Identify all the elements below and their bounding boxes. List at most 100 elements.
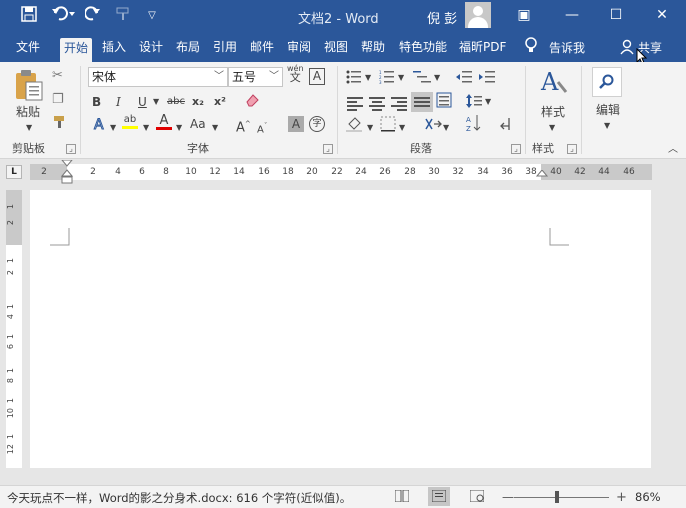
maximize-button[interactable]: ☐ xyxy=(604,4,628,26)
line-spacing-dropdown-icon[interactable]: ▼ xyxy=(485,94,491,110)
zoom-slider[interactable] xyxy=(514,497,609,498)
zoom-in-button[interactable]: + xyxy=(616,490,627,505)
line-spacing-icon[interactable] xyxy=(466,94,482,112)
tab-insert[interactable]: 插入 xyxy=(102,39,126,62)
numbering-dropdown-icon[interactable]: ▼ xyxy=(398,70,404,86)
clear-formatting-icon[interactable] xyxy=(244,92,260,112)
justify-icon[interactable] xyxy=(411,92,433,112)
shrink-font-button[interactable]: Aˇ xyxy=(257,118,267,138)
close-button[interactable]: ✕ xyxy=(650,4,674,26)
tab-special-features[interactable]: 特色功能 xyxy=(399,39,447,62)
tab-layout[interactable]: 布局 xyxy=(176,39,200,62)
clipboard-launcher-icon[interactable]: ⌟ xyxy=(66,144,76,154)
enclose-characters-button[interactable]: 字 xyxy=(309,116,325,132)
styles-button[interactable]: 样式 xyxy=(541,104,565,120)
web-layout-icon[interactable] xyxy=(469,489,485,505)
vertical-scrollbar[interactable] xyxy=(662,185,686,485)
tell-me-search[interactable]: 告诉我 xyxy=(549,39,585,56)
highlight-button[interactable]: ab xyxy=(122,114,138,129)
tab-view[interactable]: 视图 xyxy=(324,39,348,62)
right-indent-marker[interactable] xyxy=(536,170,548,182)
underline-dropdown-icon[interactable]: ▼ xyxy=(153,94,159,110)
numbering-icon[interactable]: 123 xyxy=(379,70,395,88)
align-left-icon[interactable] xyxy=(347,95,363,111)
document-page[interactable] xyxy=(30,190,651,468)
tab-file[interactable]: 文件 xyxy=(16,39,40,62)
increase-indent-icon[interactable] xyxy=(479,70,495,88)
text-effects-icon[interactable]: A xyxy=(92,116,108,136)
font-name-select[interactable]: 宋体 ﹀ xyxy=(88,67,228,87)
styles-icon[interactable]: A xyxy=(538,66,568,98)
font-color-button[interactable]: A xyxy=(156,114,172,130)
zoom-slider-thumb[interactable] xyxy=(555,491,559,503)
zoom-out-button[interactable]: — xyxy=(502,490,514,504)
styles-dropdown-icon[interactable]: ▼ xyxy=(549,120,555,136)
minimize-button[interactable]: — xyxy=(560,4,584,26)
shading-dropdown-icon[interactable]: ▼ xyxy=(367,120,373,136)
copy-icon[interactable]: ❐ xyxy=(52,92,64,108)
text-effects-dropdown-icon[interactable]: ▼ xyxy=(110,120,116,136)
sort-icon[interactable]: AZ xyxy=(466,114,482,136)
borders-icon[interactable] xyxy=(380,116,396,136)
styles-launcher-icon[interactable]: ⌟ xyxy=(567,144,577,154)
redo-icon[interactable] xyxy=(84,6,102,27)
collapse-ribbon-icon[interactable]: ︿ xyxy=(668,142,678,158)
tab-foxit-pdf[interactable]: 福昕PDF xyxy=(459,39,506,62)
tab-references[interactable]: 引用 xyxy=(213,39,237,62)
multilevel-list-icon[interactable] xyxy=(413,70,431,88)
horizontal-ruler[interactable]: 2 2 4 6 8 10 12 14 16 18 20 22 24 26 28 … xyxy=(30,160,652,184)
superscript-button[interactable]: x² xyxy=(214,94,226,110)
paragraph-launcher-icon[interactable]: ⌟ xyxy=(511,144,521,154)
customize-qat-icon[interactable]: ▽ xyxy=(143,6,161,26)
cut-icon[interactable]: ✂ xyxy=(52,68,63,84)
tab-help[interactable]: 帮助 xyxy=(361,39,385,62)
editing-search-icon[interactable] xyxy=(592,67,622,97)
zoom-level[interactable]: 86% xyxy=(635,490,661,504)
distributed-icon[interactable] xyxy=(436,92,452,112)
change-case-button[interactable]: Aa xyxy=(190,116,206,132)
multilevel-dropdown-icon[interactable]: ▼ xyxy=(434,70,440,86)
read-mode-icon[interactable] xyxy=(394,489,410,505)
italic-button[interactable]: I xyxy=(116,94,121,110)
undo-icon[interactable] xyxy=(50,6,76,27)
show-marks-icon[interactable] xyxy=(498,116,512,136)
bold-button[interactable]: B xyxy=(92,94,101,110)
character-border-icon[interactable]: A xyxy=(309,68,325,85)
format-painter-icon[interactable] xyxy=(52,114,68,134)
font-color-dropdown-icon[interactable]: ▼ xyxy=(176,120,182,136)
phonetic-guide-icon[interactable]: wén 文 xyxy=(287,64,304,83)
tab-mailings[interactable]: 邮件 xyxy=(250,39,274,62)
decrease-indent-icon[interactable] xyxy=(456,70,472,88)
paste-button[interactable]: 粘贴 xyxy=(16,104,40,120)
shading-icon[interactable] xyxy=(346,116,364,136)
align-center-icon[interactable] xyxy=(369,95,385,111)
paste-dropdown-icon[interactable]: ▼ xyxy=(26,120,32,136)
paste-icon[interactable] xyxy=(12,68,46,104)
vertical-ruler[interactable]: 1 2 1 2 1 4 1 6 1 8 1 10 1 12 xyxy=(6,190,22,468)
change-case-dropdown-icon[interactable]: ▼ xyxy=(212,120,218,136)
grow-font-button[interactable]: A^ xyxy=(236,116,251,136)
character-shading-button[interactable]: A xyxy=(288,116,304,132)
chinese-layout-icon[interactable] xyxy=(424,116,442,136)
subscript-button[interactable]: x₂ xyxy=(192,94,204,110)
print-layout-icon[interactable] xyxy=(428,487,450,506)
avatar[interactable] xyxy=(465,2,491,28)
editing-button[interactable]: 编辑 xyxy=(596,102,620,118)
tab-selector[interactable]: L xyxy=(6,165,22,179)
chinese-layout-dropdown-icon[interactable]: ▼ xyxy=(443,120,449,136)
align-right-icon[interactable] xyxy=(391,95,407,111)
indent-marker[interactable] xyxy=(61,160,73,186)
strikethrough-button[interactable]: abc xyxy=(167,94,185,110)
tab-review[interactable]: 审阅 xyxy=(287,39,311,62)
underline-button[interactable]: U xyxy=(138,94,147,110)
font-size-select[interactable]: 五号 ﹀ xyxy=(228,67,283,87)
bullets-dropdown-icon[interactable]: ▼ xyxy=(365,70,371,86)
editing-dropdown-icon[interactable]: ▼ xyxy=(604,118,610,134)
ribbon-display-options-icon[interactable]: ▣ xyxy=(512,4,536,26)
tab-design[interactable]: 设计 xyxy=(139,39,163,62)
bullets-icon[interactable] xyxy=(346,70,362,88)
save-icon[interactable] xyxy=(20,6,38,27)
tab-home[interactable]: 开始 xyxy=(60,38,93,62)
highlight-dropdown-icon[interactable]: ▼ xyxy=(143,120,149,136)
borders-dropdown-icon[interactable]: ▼ xyxy=(399,120,405,136)
